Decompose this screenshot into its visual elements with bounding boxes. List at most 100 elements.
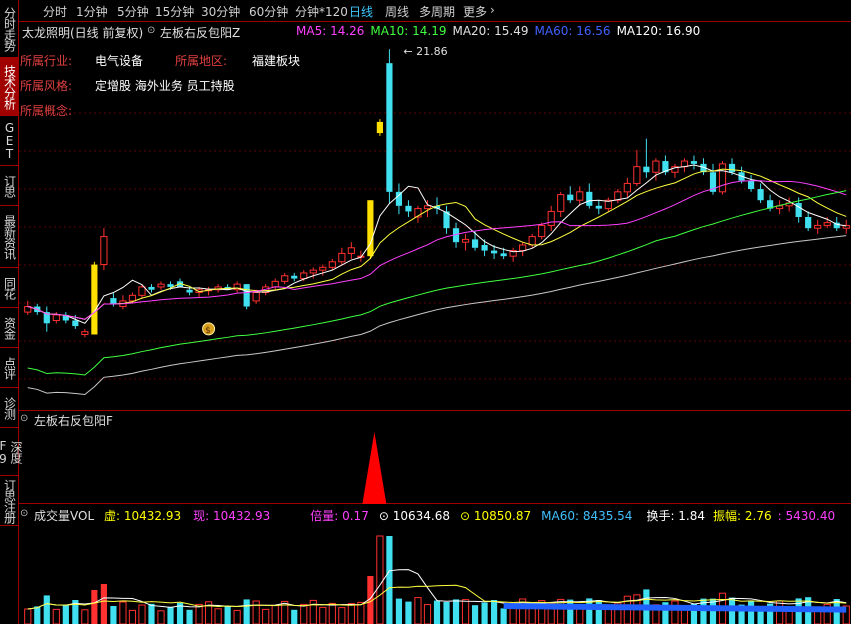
- volume-ma60-band: [503, 603, 847, 613]
- volume-stat-value: 10432.93: [120, 509, 182, 523]
- volume-bar: [43, 595, 50, 624]
- volume-stat: 现: 10432.93: [193, 509, 270, 523]
- volume-bar: [414, 597, 422, 624]
- volume-panel-icon[interactable]: ⊙: [20, 508, 28, 519]
- volume-stat-label: 换手:: [646, 509, 675, 523]
- candle-body: [243, 284, 250, 307]
- ma-value: 16.56: [572, 24, 611, 38]
- volume-bar: [243, 599, 250, 624]
- sidebar-tab-label: 最新资讯: [2, 214, 17, 259]
- indicator-panel-icon[interactable]: ⊙: [20, 413, 28, 424]
- volume-bar: [471, 605, 479, 624]
- volume-stat: MA60: 8435.54: [541, 509, 632, 523]
- volume-stat: 倍量: 0.17: [310, 509, 369, 523]
- signal-chart[interactable]: [19, 426, 851, 504]
- indicator-dropdown-icon[interactable]: ⊙: [147, 25, 155, 36]
- candle-body: [386, 63, 393, 192]
- period-tab-2[interactable]: 5分钟: [117, 3, 149, 20]
- candle-body: [471, 239, 479, 248]
- candle-body: [157, 283, 165, 288]
- volume-stat-value: 10634.68: [392, 509, 450, 523]
- volume-stat-value: 1.84: [674, 509, 706, 523]
- candle-body: [747, 180, 755, 190]
- volume-chart[interactable]: [19, 522, 851, 624]
- candle-body: [728, 163, 736, 173]
- sidebar-tab-label: 资金: [2, 316, 17, 339]
- sidebar-tab-2[interactable]: GET: [0, 116, 18, 166]
- candle-body: [528, 236, 536, 246]
- candle-body: [805, 217, 812, 229]
- period-tab-1[interactable]: 1分钟: [76, 3, 108, 20]
- sidebar-tab-5[interactable]: 同花: [0, 268, 18, 308]
- price-chart[interactable]: ← 21.86 $: [19, 38, 851, 410]
- candle-body: [271, 280, 279, 288]
- period-tab-0[interactable]: 分时: [43, 3, 67, 20]
- period-tab-5[interactable]: 60分钟: [249, 3, 288, 20]
- chevron-right-icon[interactable]: ›: [490, 3, 495, 17]
- volume-bar: [481, 602, 488, 624]
- volume-bar: [52, 608, 60, 624]
- candle-body: [538, 224, 546, 238]
- ma-label: MA10:: [370, 24, 409, 38]
- candle-body: [100, 236, 108, 266]
- candle-body: [128, 294, 137, 302]
- sidebar-tab-10[interactable]: 订思注册: [0, 476, 18, 526]
- period-tab-8[interactable]: 周线: [385, 3, 409, 20]
- volume-stat-label: 倍量:: [310, 509, 339, 523]
- volume-bar: [148, 603, 155, 624]
- volume-bar: [186, 609, 193, 624]
- sidebar-tab-9[interactable]: 深度F9: [0, 428, 23, 476]
- period-tab-3[interactable]: 15分钟: [155, 3, 194, 20]
- volume-stat-value: : 5430.40: [777, 509, 836, 523]
- volume-stat: 振幅: 2.76: [713, 509, 772, 523]
- volume-bar: [347, 603, 355, 624]
- sidebar-tab-7[interactable]: 点评: [0, 348, 18, 388]
- candle-body: [718, 163, 727, 193]
- volume-bar: [157, 610, 165, 624]
- ma-legend-item: MA5: 14.26: [296, 24, 364, 38]
- volume-bar: [62, 605, 69, 624]
- ma-legend-item: MA20: 15.49: [452, 24, 528, 38]
- volume-bar: [567, 599, 574, 624]
- candle-body: [690, 161, 698, 164]
- volume-stat: ⊙ 10850.87: [460, 509, 531, 523]
- period-tab-7[interactable]: 日线: [349, 3, 373, 20]
- candle-body: [576, 191, 584, 201]
- sidebar-tab-4[interactable]: 最新资讯: [0, 206, 18, 268]
- sidebar-tab-label: 订思注册: [2, 478, 17, 523]
- sidebar-tab-3[interactable]: 订思: [0, 166, 18, 206]
- volume-bar: [167, 606, 174, 624]
- period-tab-6[interactable]: 分钟*120: [295, 3, 348, 20]
- ma-value: 14.19: [408, 24, 447, 38]
- sidebar-tab-8[interactable]: 诊测: [0, 388, 18, 428]
- ma-label: MA120:: [616, 24, 663, 38]
- candle-body: [823, 222, 831, 226]
- period-tab-4[interactable]: 30分钟: [201, 3, 240, 20]
- period-tab-10[interactable]: 更多: [463, 3, 487, 20]
- sidebar-tab-label: 订思: [2, 174, 17, 197]
- candle-body: [72, 320, 79, 327]
- circle-icon: ⊙: [459, 509, 474, 523]
- volume-bar: [405, 601, 412, 624]
- volume-bar: [491, 600, 498, 624]
- sidebar-tab-label: 同花: [2, 276, 17, 299]
- candle-body: [110, 298, 117, 304]
- volume-bar: [91, 590, 98, 624]
- candle-body: [338, 252, 346, 263]
- sidebar-tab-6[interactable]: 资金: [0, 308, 18, 348]
- ma-line-120: [27, 235, 847, 396]
- volume-bar: [319, 606, 327, 624]
- candle-body: [519, 244, 527, 252]
- sidebar-tab-0[interactable]: 分时走势: [0, 0, 18, 58]
- volume-bar: [328, 602, 336, 624]
- volume-bar: [443, 602, 450, 624]
- candle-body: [652, 160, 660, 173]
- candle-body: [405, 205, 412, 212]
- circle-icon: ⊙: [378, 509, 393, 523]
- sidebar-tab-1[interactable]: 技术分析: [0, 58, 18, 116]
- volume-bar: [224, 606, 231, 624]
- period-tab-9[interactable]: 多周期: [419, 3, 455, 20]
- signal-spike: [362, 432, 387, 504]
- candle-body: [328, 261, 336, 268]
- candle-body: [52, 314, 60, 321]
